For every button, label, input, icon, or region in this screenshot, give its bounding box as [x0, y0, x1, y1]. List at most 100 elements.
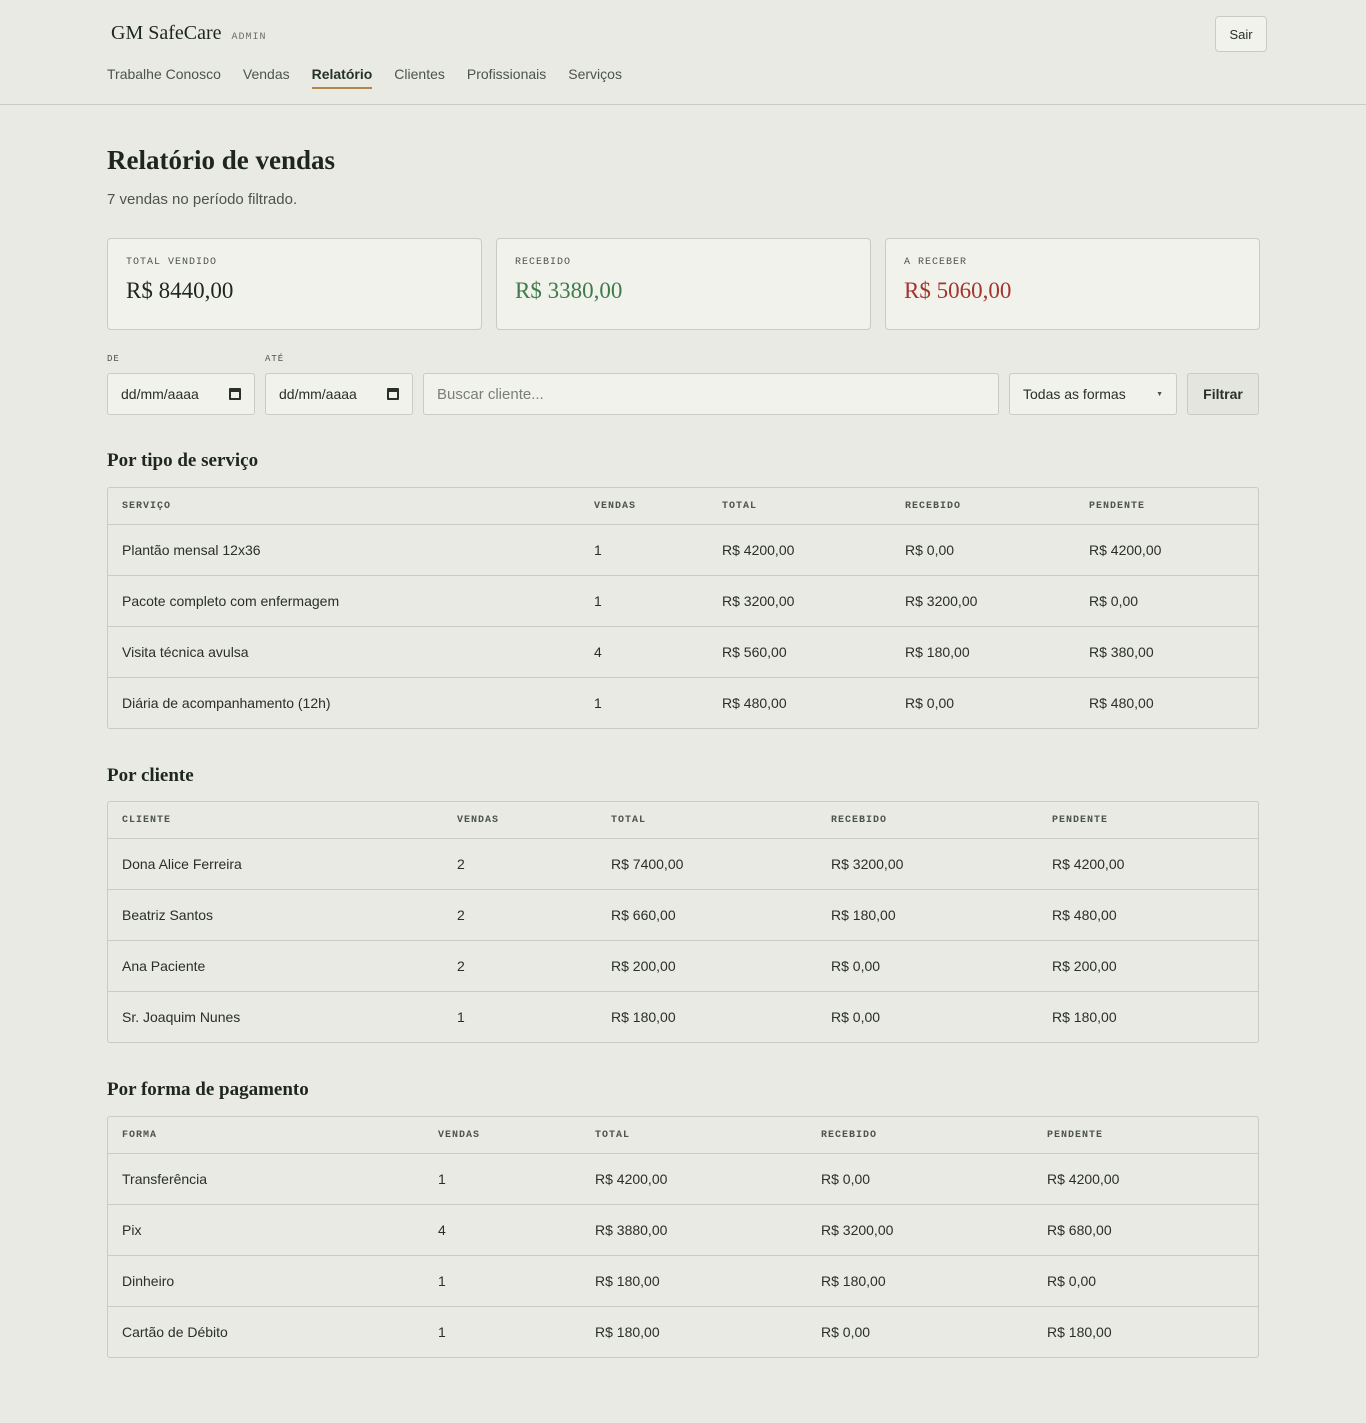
chevron-down-icon: ▼	[1156, 390, 1163, 398]
table-row: Transferência 1 R$ 4200,00 R$ 0,00 R$ 42…	[108, 1153, 1258, 1204]
column-header[interactable]: FORMA	[122, 1117, 157, 1153]
table-cell: R$ 180,00	[821, 1273, 886, 1289]
table-cell: R$ 4200,00	[1089, 542, 1162, 558]
table-cell: 2	[457, 958, 465, 974]
table-header: SERVIÇO VENDAS TOTAL RECEBIDO PENDENTE	[108, 488, 1258, 524]
nav-item-profissionais[interactable]: Profissionais	[467, 66, 546, 89]
card-label: RECEBIDO	[515, 257, 572, 268]
table-cliente: CLIENTE VENDAS TOTAL RECEBIDO PENDENTE D…	[107, 801, 1259, 1043]
table-cell: R$ 180,00	[595, 1273, 660, 1289]
table-cell: R$ 4200,00	[1052, 856, 1125, 872]
filter-button[interactable]: Filtrar	[1187, 373, 1259, 415]
table-row: Sr. Joaquim Nunes 1 R$ 180,00 R$ 0,00 R$…	[108, 991, 1258, 1042]
table-cell: 1	[594, 593, 602, 609]
to-date-value: dd/mm/aaaa	[279, 386, 357, 402]
table-cell: 2	[457, 856, 465, 872]
nav-item-relatorio[interactable]: Relatório	[311, 66, 373, 89]
table-servico: SERVIÇO VENDAS TOTAL RECEBIDO PENDENTE P…	[107, 487, 1259, 729]
nav-item-trabalhe-conosco[interactable]: Trabalhe Conosco	[107, 66, 221, 89]
section-title-cliente: Por cliente	[107, 765, 194, 786]
table-row: Beatriz Santos 2 R$ 660,00 R$ 180,00 R$ …	[108, 889, 1258, 940]
table-cell: Diária de acompanhamento (12h)	[122, 695, 331, 711]
table-row: Visita técnica avulsa 4 R$ 560,00 R$ 180…	[108, 626, 1258, 677]
section-title-servico: Por tipo de serviço	[107, 450, 259, 471]
nav-item-clientes[interactable]: Clientes	[394, 66, 445, 89]
card-value: R$ 5060,00	[904, 278, 1012, 303]
table-row: Pix 4 R$ 3880,00 R$ 3200,00 R$ 680,00	[108, 1204, 1258, 1255]
table-row: Ana Paciente 2 R$ 200,00 R$ 0,00 R$ 200,…	[108, 940, 1258, 991]
table-row: Dinheiro 1 R$ 180,00 R$ 180,00 R$ 0,00	[108, 1255, 1258, 1306]
calendar-icon[interactable]	[387, 388, 399, 400]
main-nav: Trabalhe Conosco Vendas Relatório Client…	[107, 66, 622, 89]
column-header[interactable]: RECEBIDO	[831, 802, 887, 838]
table-cell: R$ 180,00	[905, 644, 970, 660]
top-bar: GM SafeCare ADMIN Sair Trabalhe Conosco …	[0, 0, 1366, 105]
table-cell: 1	[438, 1324, 446, 1340]
column-header[interactable]: RECEBIDO	[905, 488, 961, 524]
card-total-vendido: TOTAL VENDIDO R$ 8440,00	[107, 238, 482, 330]
page-title: Relatório de vendas	[107, 145, 335, 175]
nav-item-servicos[interactable]: Serviços	[568, 66, 622, 89]
table-cell: Cartão de Débito	[122, 1324, 228, 1340]
table-cell: 2	[457, 907, 465, 923]
table-header: CLIENTE VENDAS TOTAL RECEBIDO PENDENTE	[108, 802, 1258, 838]
card-label: TOTAL VENDIDO	[126, 257, 218, 268]
column-header[interactable]: PENDENTE	[1089, 488, 1145, 524]
column-header[interactable]: RECEBIDO	[821, 1117, 877, 1153]
payment-method-select[interactable]: Todas as formas ▼	[1009, 373, 1177, 415]
table-cell: R$ 3880,00	[595, 1222, 668, 1238]
calendar-icon[interactable]	[229, 388, 241, 400]
column-header[interactable]: TOTAL	[595, 1117, 630, 1153]
brand-name[interactable]: GM SafeCare	[111, 22, 222, 45]
logout-button[interactable]: Sair	[1215, 16, 1267, 52]
table-cell: R$ 180,00	[611, 1009, 676, 1025]
table-cell: 4	[438, 1222, 446, 1238]
table-cell: R$ 180,00	[1052, 1009, 1117, 1025]
table-cell: R$ 3200,00	[831, 856, 904, 872]
card-value: R$ 8440,00	[126, 278, 234, 303]
card-value: R$ 3380,00	[515, 278, 623, 303]
table-cell: R$ 200,00	[611, 958, 676, 974]
column-header[interactable]: TOTAL	[611, 802, 646, 838]
table-cell: 1	[438, 1273, 446, 1289]
table-cell: R$ 480,00	[1052, 907, 1117, 923]
to-date-input[interactable]: dd/mm/aaaa	[265, 373, 413, 415]
column-header[interactable]: VENDAS	[594, 488, 636, 524]
table-cell: Visita técnica avulsa	[122, 644, 249, 660]
table-row: Diária de acompanhamento (12h) 1 R$ 480,…	[108, 677, 1258, 728]
table-cell: R$ 480,00	[722, 695, 787, 711]
table-cell: R$ 180,00	[1047, 1324, 1112, 1340]
table-cell: Dinheiro	[122, 1273, 175, 1289]
table-cell: R$ 560,00	[722, 644, 787, 660]
column-header[interactable]: VENDAS	[457, 802, 499, 838]
from-date-label: DE	[107, 354, 120, 364]
column-header[interactable]: SERVIÇO	[122, 488, 171, 524]
table-cell: R$ 0,00	[905, 695, 955, 711]
column-header[interactable]: PENDENTE	[1052, 802, 1108, 838]
column-header[interactable]: CLIENTE	[122, 802, 171, 838]
table-cell: R$ 7400,00	[611, 856, 684, 872]
column-header[interactable]: TOTAL	[722, 488, 757, 524]
card-a-receber: A RECEBER R$ 5060,00	[885, 238, 1260, 330]
column-header[interactable]: VENDAS	[438, 1117, 480, 1153]
table-cell: R$ 180,00	[831, 907, 896, 923]
role-badge: ADMIN	[231, 32, 267, 43]
table-cell: 1	[438, 1171, 446, 1187]
client-search-input[interactable]: Buscar cliente...	[423, 373, 999, 415]
table-cell: R$ 3200,00	[821, 1222, 894, 1238]
column-header[interactable]: PENDENTE	[1047, 1117, 1103, 1153]
table-cell: R$ 0,00	[1047, 1273, 1097, 1289]
table-cell: R$ 180,00	[595, 1324, 660, 1340]
table-cell: Pacote completo com enfermagem	[122, 593, 340, 609]
from-date-value: dd/mm/aaaa	[121, 386, 199, 402]
table-forma-pagamento: FORMA VENDAS TOTAL RECEBIDO PENDENTE Tra…	[107, 1116, 1259, 1358]
table-cell: R$ 4200,00	[1047, 1171, 1120, 1187]
from-date-input[interactable]: dd/mm/aaaa	[107, 373, 255, 415]
table-row: Cartão de Débito 1 R$ 180,00 R$ 0,00 R$ …	[108, 1306, 1258, 1357]
table-cell: R$ 4200,00	[722, 542, 795, 558]
table-cell: 1	[594, 542, 602, 558]
table-cell: R$ 4200,00	[595, 1171, 668, 1187]
nav-item-vendas[interactable]: Vendas	[243, 66, 290, 89]
table-cell: Sr. Joaquim Nunes	[122, 1009, 241, 1025]
table-cell: R$ 0,00	[905, 542, 955, 558]
